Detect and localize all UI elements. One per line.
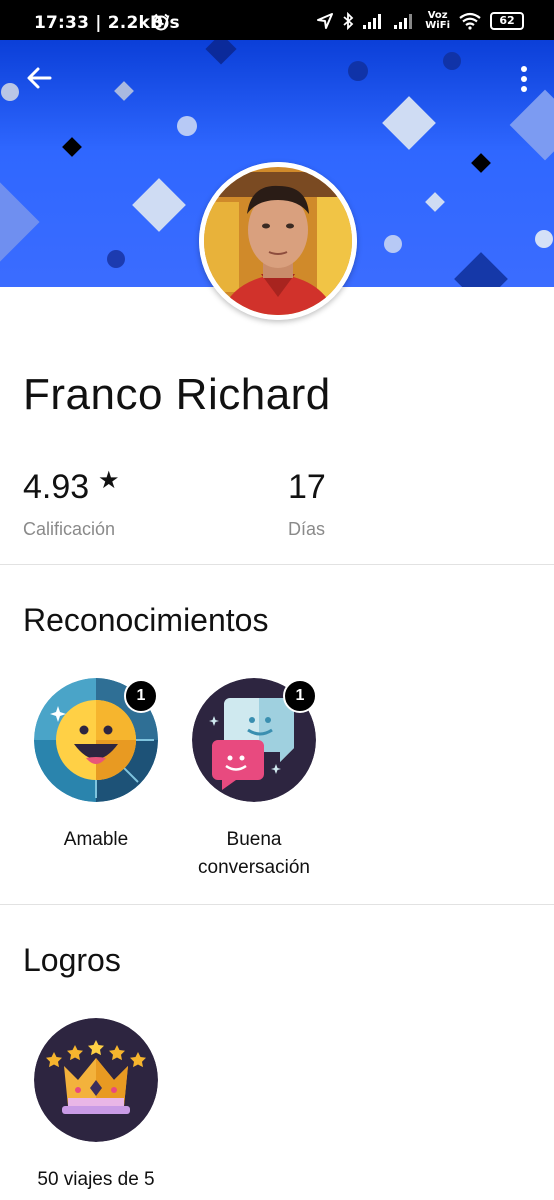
wifi-icon [459,12,481,30]
badge-label-line: conversación [198,857,310,878]
signal-icon-2 [394,14,413,29]
back-button[interactable] [24,62,56,94]
location-arrow-icon [317,13,334,29]
status-bar: 17:33 | 2.2kB/s Voz WiFi 62 [0,0,554,40]
divider [0,904,554,905]
more-options-button[interactable] [514,62,534,96]
star-icon: ★ [98,467,120,494]
divider [0,564,554,565]
status-icons: Voz WiFi 62 [317,10,524,32]
crown-icon [34,1018,158,1142]
achievement-50-trips[interactable] [34,1018,158,1142]
days-value: 17 [288,468,326,506]
alarm-icon [153,13,169,31]
profile-photo [199,162,357,320]
voz-wifi-indicator: Voz WiFi [425,11,450,31]
avatar[interactable] [199,162,357,320]
badge-count: 1 [124,679,158,713]
bluetooth-icon [343,12,354,30]
signal-icon [363,14,382,29]
wifi-label: WiFi [425,20,450,31]
days-label: Días [288,519,326,539]
badge-label-amable: Amable [63,829,129,850]
profile-name: Franco Richard [23,370,331,419]
rating-label: Calificación [23,519,116,539]
recognitions-title: Reconocimientos [23,602,269,638]
badge-label-line: Buena [226,829,282,850]
battery-indicator: 62 [490,12,524,30]
badge-label-buena-conversacion: Buena conversación [174,826,334,882]
rating-value: 4.93 [23,468,90,506]
badge-count: 1 [283,679,317,713]
achievement-label: 50 viajes de 5 [37,1169,155,1190]
achievements-title: Logros [23,942,121,978]
